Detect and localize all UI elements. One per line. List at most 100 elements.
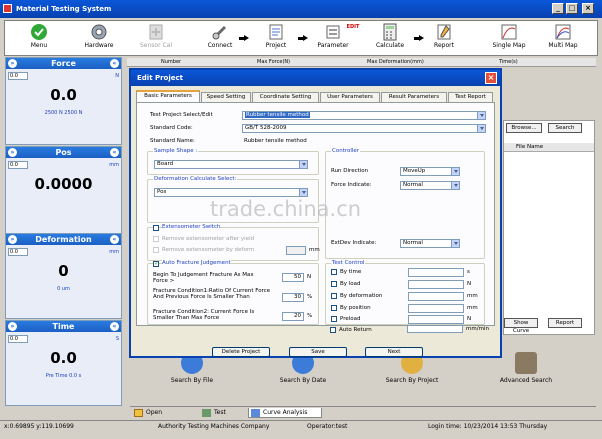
extensometer-label: Extensometer Switch xyxy=(162,224,221,230)
dialog-close-button[interactable]: × xyxy=(485,72,497,84)
expand-icon[interactable]: » xyxy=(8,235,17,244)
sensor-cal-button[interactable]: Sensor Cal xyxy=(135,23,177,55)
time-value: 0.0 xyxy=(50,349,77,367)
tab-result-parameters[interactable]: Result Parameters xyxy=(381,92,447,102)
minimize-button[interactable]: _ xyxy=(552,3,564,14)
tab-speed-setting[interactable]: Speed Setting xyxy=(201,92,251,102)
report-icon xyxy=(437,24,451,40)
col-time[interactable]: Time(s) xyxy=(499,59,518,65)
expand-icon[interactable]: » xyxy=(8,59,17,68)
tab-open[interactable]: Open xyxy=(132,408,182,418)
fracture-group: Auto Fracture Judgement Begin To Judgeme… xyxy=(147,260,319,325)
calculate-button[interactable]: Calculate xyxy=(370,23,410,55)
collapse-icon[interactable]: « xyxy=(110,59,119,68)
remove-ext-deform-checkbox[interactable] xyxy=(153,247,159,253)
by-position-checkbox[interactable] xyxy=(331,305,337,311)
pos-value: 0.0000 xyxy=(34,175,93,193)
sample-shape-select[interactable]: Board xyxy=(154,160,308,169)
connect-button[interactable]: Connect xyxy=(203,23,237,55)
fracture-cond2-input[interactable]: 20 xyxy=(282,312,304,321)
preload-checkbox[interactable] xyxy=(331,316,337,322)
folder-icon xyxy=(134,409,143,417)
expand-icon[interactable]: » xyxy=(8,148,17,157)
deformation-title: Deformation xyxy=(35,235,92,244)
chevron-down-icon xyxy=(451,168,459,175)
tab-test-report[interactable]: Test Report xyxy=(448,92,493,102)
calculator-icon xyxy=(383,23,397,41)
remove-ext-deform-input[interactable] xyxy=(286,246,306,255)
pos-zero-box[interactable]: 0.0 xyxy=(8,161,28,169)
fracture-cond1-unit: % xyxy=(307,294,313,300)
save-button[interactable]: Save xyxy=(289,347,347,357)
extensometer-checkbox[interactable] xyxy=(153,225,159,231)
by-deformation-input[interactable] xyxy=(408,292,464,301)
auto-return-checkbox[interactable] xyxy=(330,327,336,333)
standard-name-label: Standard Name: xyxy=(150,138,195,144)
force-zero-box[interactable]: 0.0 xyxy=(8,72,28,80)
show-curve-button[interactable]: Show Curve xyxy=(504,318,538,334)
chevron-down-icon xyxy=(299,189,307,196)
next-button[interactable]: Next xyxy=(365,347,423,357)
by-time-input[interactable] xyxy=(408,268,464,277)
arrow-icon xyxy=(239,35,249,41)
fracture-label: Auto Fracture Judgement xyxy=(162,260,231,266)
fracture-checkbox[interactable] xyxy=(153,260,159,267)
test-icon xyxy=(202,409,211,417)
pos-panel-header: » Pos « xyxy=(6,147,121,158)
maximize-button[interactable]: □ xyxy=(566,3,578,14)
test-project-select[interactable]: Rubber tensile method xyxy=(242,111,486,120)
fracture-cond2-label: Fracture Condition2: Current Force Is Sm… xyxy=(153,309,255,321)
remove-ext-yield-label: Remove extensometer after yield xyxy=(162,236,255,242)
tab-basic-parameters[interactable]: Basic Parameters xyxy=(136,90,200,102)
collapse-icon[interactable]: « xyxy=(110,322,119,331)
expand-icon[interactable]: » xyxy=(8,322,17,331)
project-icon xyxy=(269,24,283,40)
file-name-header: File Name xyxy=(516,144,544,150)
collapse-icon[interactable]: « xyxy=(110,148,119,157)
by-load-checkbox[interactable] xyxy=(331,281,337,287)
fracture-cond2-unit: % xyxy=(307,313,313,319)
by-load-input[interactable] xyxy=(408,280,464,289)
report-button-right[interactable]: Report xyxy=(548,318,582,328)
by-deformation-checkbox[interactable] xyxy=(331,293,337,299)
deformation-sub: 0 um xyxy=(57,286,70,292)
standard-name-value: Rubber tensile method xyxy=(244,138,307,144)
auto-return-input[interactable] xyxy=(407,325,463,333)
collapse-icon[interactable]: « xyxy=(110,235,119,244)
report-button[interactable]: Report xyxy=(429,23,459,55)
col-max-deformation[interactable]: Max Deformation(mm) xyxy=(367,59,424,65)
col-max-force[interactable]: Max Force(N) xyxy=(257,59,290,65)
multi-map-button[interactable]: Multi Map xyxy=(543,23,583,55)
fracture-cond1-input[interactable]: 30 xyxy=(282,293,304,302)
by-time-checkbox[interactable] xyxy=(331,269,337,275)
extdev-select[interactable]: Normal xyxy=(400,239,460,248)
file-panel: Browse... Search File Name Show Curve Re… xyxy=(503,120,595,335)
deformation-calc-select[interactable]: Pos xyxy=(154,188,308,197)
force-indicate-select[interactable]: Normal xyxy=(400,181,460,190)
delete-project-button[interactable]: Delete Project xyxy=(212,347,270,357)
deformation-zero-box[interactable]: 0.0 xyxy=(8,248,28,256)
browse-button[interactable]: Browse... xyxy=(506,123,542,133)
close-button[interactable]: × xyxy=(582,3,594,14)
tab-user-parameters[interactable]: User Parameters xyxy=(320,92,380,102)
project-button[interactable]: Project xyxy=(260,23,292,55)
deformation-unit: mm xyxy=(109,249,119,255)
time-zero-box[interactable]: 0.0 xyxy=(8,335,28,343)
single-map-button[interactable]: Single Map xyxy=(489,23,529,55)
remove-ext-yield-checkbox[interactable] xyxy=(153,236,159,242)
preload-input[interactable] xyxy=(408,315,464,324)
single-map-icon xyxy=(501,24,517,40)
results-table-header: Number Max Force(N) Max Deformation(mm) … xyxy=(127,58,596,67)
run-direction-select[interactable]: MoveUp xyxy=(400,167,460,176)
fracture-begin-input[interactable]: 50 xyxy=(282,273,304,282)
standard-code-select[interactable]: GB/T 528-2009 xyxy=(242,124,486,133)
tab-test[interactable]: Test xyxy=(200,408,250,418)
hardware-button[interactable]: Hardware xyxy=(79,23,119,55)
menu-button[interactable]: Menu xyxy=(21,23,57,55)
search-button[interactable]: Search xyxy=(548,123,582,133)
tab-curve-analysis[interactable]: Curve Analysis xyxy=(248,408,322,418)
tab-coordinate-setting[interactable]: Coordinate Setting xyxy=(252,92,319,102)
file-list-header: File Name xyxy=(504,143,594,152)
col-number[interactable]: Number xyxy=(161,59,181,65)
by-position-input[interactable] xyxy=(408,304,464,313)
